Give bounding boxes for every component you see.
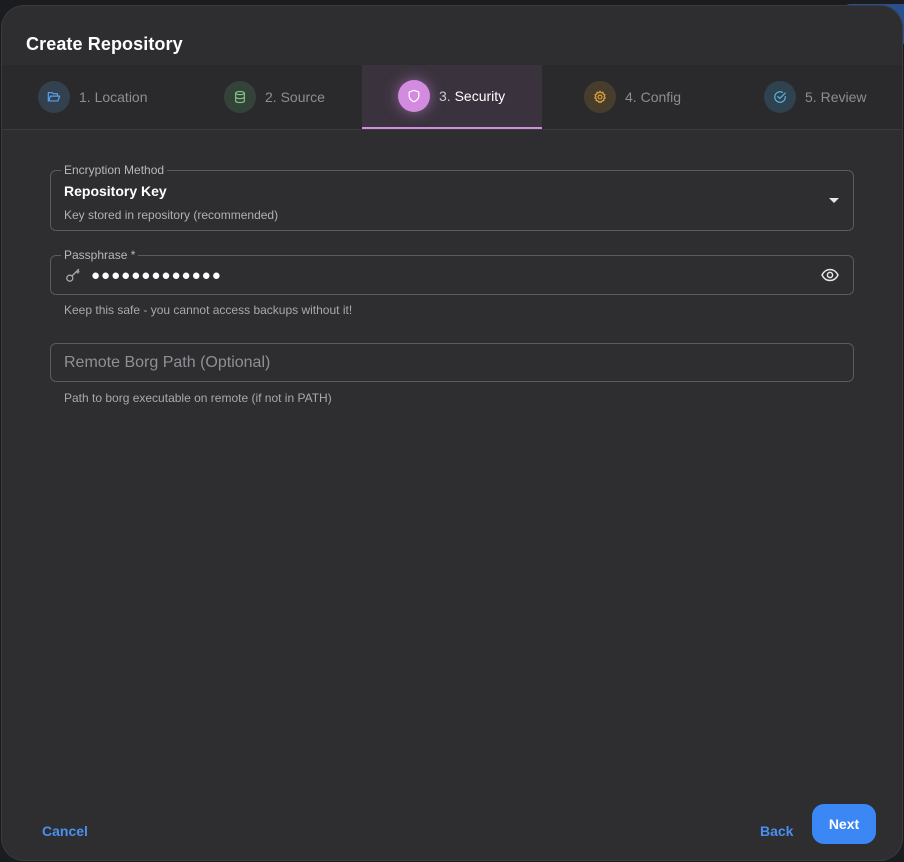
dialog-title: Create Repository bbox=[26, 34, 183, 54]
step-1-label: 1. Location bbox=[79, 89, 148, 105]
encryption-method-select[interactable]: Encryption Method Repository Key Key sto… bbox=[50, 163, 854, 231]
step-4-badge bbox=[584, 81, 616, 113]
encryption-method-value: Repository Key bbox=[64, 183, 167, 199]
passphrase-label: Passphrase * bbox=[61, 248, 139, 262]
step-2-label: 2. Source bbox=[265, 89, 325, 105]
stepper: 1. Location 2. Source 3. Security 4. Con… bbox=[2, 65, 902, 130]
passphrase-field[interactable]: Passphrase * ●●●●●●●●●●●●● bbox=[50, 248, 854, 295]
passphrase-helper: Keep this safe - you cannot access backu… bbox=[64, 303, 353, 317]
folder-open-icon bbox=[47, 92, 61, 102]
step-2-badge bbox=[224, 81, 256, 113]
step-security[interactable]: 3. Security bbox=[362, 65, 542, 129]
shield-icon bbox=[408, 89, 420, 103]
step-3-label: 3. Security bbox=[439, 88, 506, 104]
step-5-badge bbox=[764, 81, 796, 113]
next-button[interactable]: Next bbox=[812, 804, 876, 844]
step-location[interactable]: 1. Location bbox=[2, 65, 208, 129]
remote-borg-path-helper: Path to borg executable on remote (if no… bbox=[64, 391, 332, 405]
encryption-method-description: Key stored in repository (recommended) bbox=[64, 208, 279, 222]
chevron-down-icon bbox=[829, 198, 839, 203]
step-review[interactable]: 5. Review bbox=[728, 65, 902, 129]
cancel-button[interactable]: Cancel bbox=[42, 823, 88, 839]
passphrase-value: ●●●●●●●●●●●●● bbox=[91, 267, 222, 284]
remote-borg-path-input[interactable] bbox=[51, 344, 853, 381]
database-icon bbox=[235, 90, 245, 104]
key-icon bbox=[66, 268, 80, 282]
eye-icon[interactable] bbox=[821, 267, 839, 283]
step-config[interactable]: 4. Config bbox=[548, 65, 734, 129]
step-4-label: 4. Config bbox=[625, 89, 682, 105]
remote-borg-path-field[interactable] bbox=[50, 343, 854, 382]
create-repository-dialog: Create Repository 1. Location 2. Source bbox=[2, 6, 902, 860]
step-5-label: 5. Review bbox=[805, 89, 867, 105]
gear-icon bbox=[594, 90, 606, 104]
step-3-badge bbox=[398, 80, 430, 112]
step-1-badge bbox=[38, 81, 70, 113]
back-button[interactable]: Back bbox=[760, 823, 793, 839]
check-circle-icon bbox=[774, 91, 786, 103]
encryption-method-label: Encryption Method bbox=[61, 163, 168, 177]
